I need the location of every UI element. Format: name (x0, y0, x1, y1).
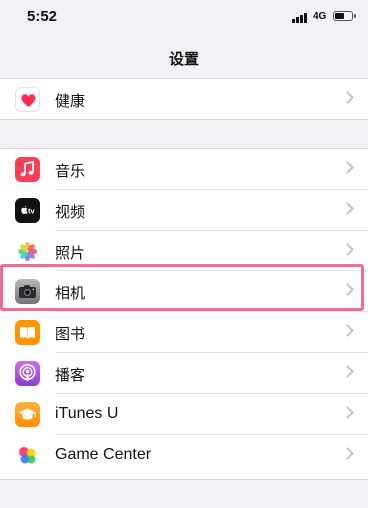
settings-group-health: 健康 (0, 79, 368, 120)
settings-row-podcasts[interactable]: 播客 (0, 353, 368, 394)
settings-row-music[interactable]: 音乐 (0, 149, 368, 190)
status-time: 5:52 (27, 8, 58, 25)
settings-row-game-center[interactable]: Game Center (0, 435, 368, 476)
camera-icon (15, 279, 40, 305)
photos-icon (15, 238, 40, 264)
settings-row-photos[interactable]: 照片 (0, 231, 368, 272)
settings-row-books[interactable]: 图书 (0, 312, 368, 353)
settings-group-media: 音乐 tv 视频 照片 相机 图书 播客 iTunes U Game Cente… (0, 148, 368, 480)
appletv-icon: tv (15, 197, 40, 223)
network-type: 4G (313, 11, 327, 22)
chevron-right-icon (341, 365, 354, 378)
status-bar: 5:52 4G (0, 0, 368, 36)
group-bottom-divider (0, 479, 368, 480)
books-icon (15, 320, 40, 346)
music-icon (15, 157, 40, 182)
game-center-icon (15, 442, 40, 468)
settings-row-label: iTunes U (55, 404, 119, 422)
settings-row-itunes-u[interactable]: iTunes U (0, 394, 368, 435)
settings-row-label: 相机 (55, 284, 86, 303)
settings-row-camera[interactable]: 相机 (0, 271, 368, 313)
chevron-right-icon (341, 242, 354, 256)
settings-screen: 5:52 4G 设置 健康 音乐 tv 视频 照片 相机 图书 播客 iTune… (0, 0, 368, 508)
svg-text:tv: tv (28, 206, 35, 215)
settings-row-label: 播客 (55, 365, 86, 384)
health-icon (15, 87, 40, 112)
chevron-right-icon (341, 91, 354, 104)
podcasts-icon (15, 360, 40, 386)
settings-row-label: 视频 (55, 202, 86, 221)
settings-row-label: 音乐 (55, 162, 86, 180)
settings-row-label: Game Center (55, 445, 152, 463)
chevron-right-icon (341, 283, 354, 297)
chevron-right-icon (341, 405, 354, 419)
page-title: 设置 (168, 50, 199, 68)
cellular-signal-icon (292, 12, 310, 23)
settings-row-label: 图书 (55, 325, 86, 344)
settings-row-label: 照片 (55, 243, 86, 262)
chevron-right-icon (341, 324, 354, 338)
chevron-right-icon (341, 201, 354, 215)
settings-row-label: 健康 (55, 92, 86, 110)
chevron-right-icon (341, 446, 354, 460)
chevron-right-icon (341, 161, 354, 174)
settings-row-health[interactable]: 健康 (0, 79, 368, 120)
battery-icon (333, 11, 356, 21)
settings-row-tv[interactable]: tv 视频 (0, 190, 368, 231)
itunes-u-icon (15, 401, 40, 427)
